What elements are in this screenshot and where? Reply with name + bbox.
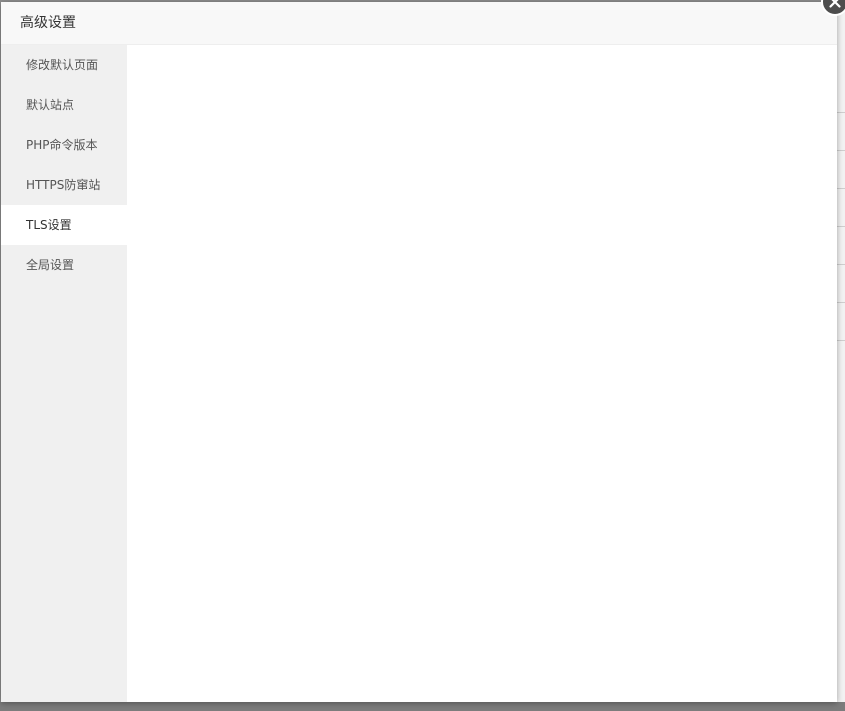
sidebar-item-default-site[interactable]: 默认站点 bbox=[1, 85, 127, 125]
dialog-title: 高级设置 bbox=[20, 15, 76, 31]
background-divider bbox=[837, 340, 845, 341]
sidebar-item-php-cli-version[interactable]: PHP命令版本 bbox=[1, 125, 127, 165]
background-divider bbox=[837, 150, 845, 151]
settings-content-panel bbox=[127, 45, 837, 702]
sidebar-item-global-settings[interactable]: 全局设置 bbox=[1, 245, 127, 285]
sidebar-item-tls-settings[interactable]: TLS设置 bbox=[1, 205, 127, 245]
background-divider bbox=[837, 264, 845, 265]
settings-sidebar: 修改默认页面 默认站点 PHP命令版本 HTTPS防窜站 TLS设置 全局设置 bbox=[1, 45, 127, 702]
background-divider bbox=[837, 302, 845, 303]
background-page-edge bbox=[837, 0, 845, 711]
background-divider bbox=[837, 226, 845, 227]
background-divider bbox=[837, 188, 845, 189]
overlay-bottom bbox=[0, 702, 845, 711]
advanced-settings-dialog: 高级设置 修改默认页面 默认站点 PHP命令版本 HTTPS防窜站 TLS设置 … bbox=[1, 0, 845, 702]
background-divider bbox=[837, 112, 845, 113]
dialog-header: 高级设置 bbox=[1, 2, 837, 45]
sidebar-item-default-page[interactable]: 修改默认页面 bbox=[1, 45, 127, 85]
close-icon bbox=[829, 0, 841, 8]
sidebar-item-https-anti-hijack[interactable]: HTTPS防窜站 bbox=[1, 165, 127, 205]
